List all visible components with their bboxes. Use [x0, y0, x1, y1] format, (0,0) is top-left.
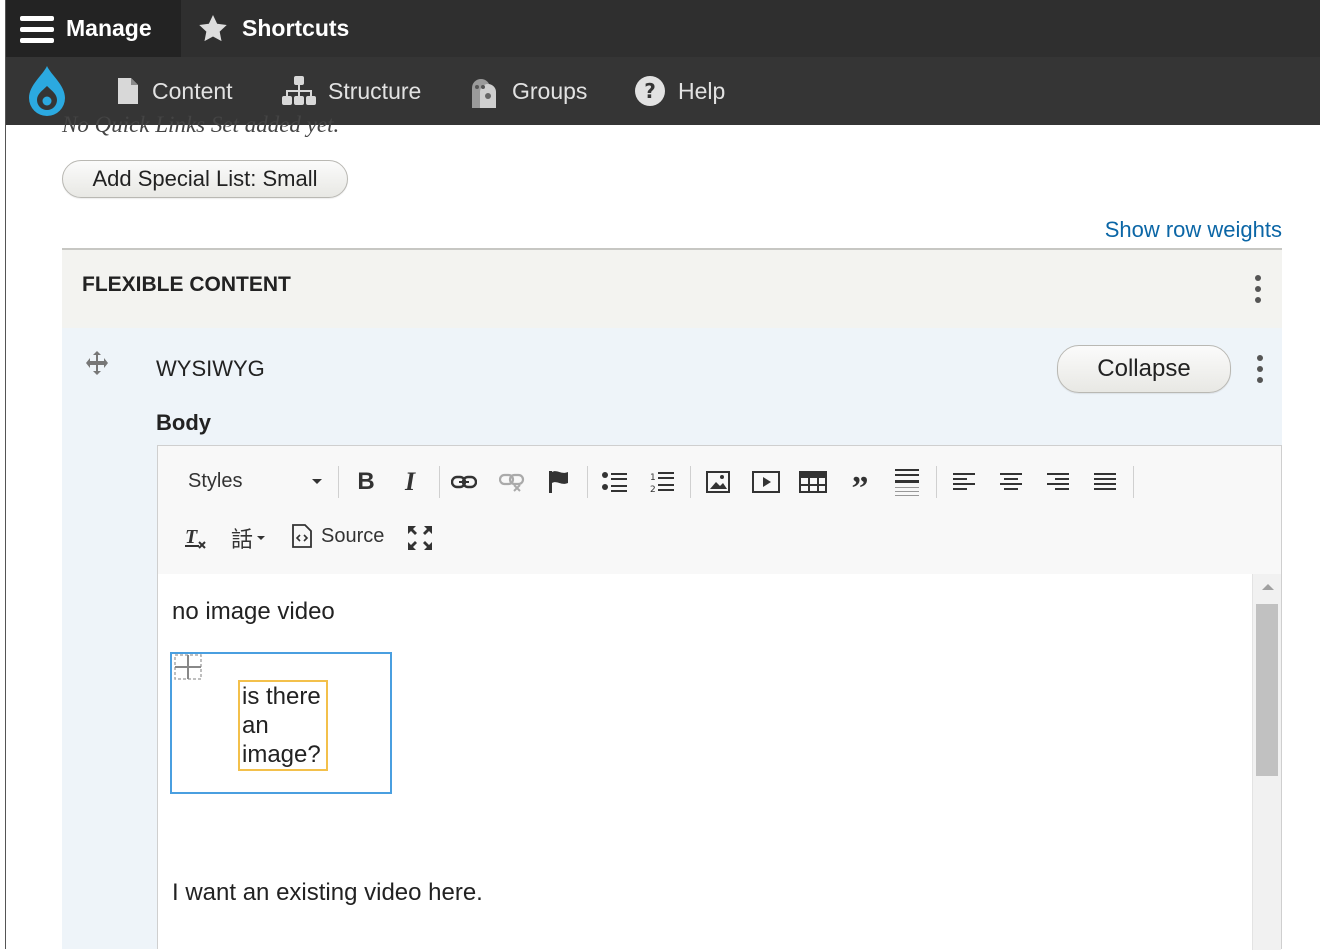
chevron-down-icon — [312, 479, 322, 484]
collapse-button[interactable]: Collapse — [1057, 345, 1231, 393]
scrollbar-thumb[interactable] — [1256, 604, 1278, 776]
content-paragraph-1: no image video — [172, 598, 335, 625]
nav-help-label: Help — [678, 77, 726, 104]
bulleted-list-icon[interactable] — [598, 466, 632, 498]
star-icon — [199, 14, 227, 41]
sitemap-icon — [282, 76, 316, 105]
image-caption[interactable]: is there an image? — [238, 680, 328, 771]
drupal-drop-icon — [29, 66, 65, 116]
flexible-content-title: FLEXIBLE CONTENT — [82, 273, 291, 296]
bold-icon[interactable]: B — [351, 466, 381, 498]
admin-toolbar: Manage Shortcuts — [6, 0, 1320, 57]
anchor-flag-icon[interactable] — [544, 466, 574, 498]
nav-help[interactable]: ? Help — [634, 57, 725, 125]
paragraph-actions-icon[interactable] — [1257, 355, 1263, 383]
horizontal-rule-icon[interactable] — [891, 462, 923, 502]
file-icon — [118, 78, 138, 104]
widget-drag-handle-icon[interactable] — [174, 654, 202, 684]
svg-text:T: T — [185, 526, 198, 548]
unlink-icon[interactable] — [496, 466, 528, 498]
nav-groups-label: Groups — [512, 77, 588, 104]
manage-tab[interactable]: Manage — [6, 0, 181, 57]
toolbar-separator — [690, 466, 691, 498]
paragraph-type-label: WYSIWYG — [156, 356, 265, 381]
groups-icon — [472, 79, 496, 108]
svg-text:?: ? — [644, 79, 656, 103]
toolbar-separator — [587, 466, 588, 498]
link-icon[interactable] — [448, 466, 480, 498]
language-icon[interactable]: 話 — [224, 522, 272, 554]
image-icon[interactable] — [701, 466, 735, 498]
numbered-list-icon[interactable]: 12 — [645, 466, 679, 498]
editor-toolbar: Styles B I 12 ” T 話 Source — [158, 446, 1281, 575]
quick-links-empty-text: No Quick Links Set added yet. — [62, 112, 340, 137]
styles-label: Styles — [188, 469, 243, 492]
help-icon: ? — [635, 76, 665, 106]
shortcuts-label: Shortcuts — [242, 15, 350, 41]
italic-icon[interactable]: I — [396, 466, 424, 498]
image-widget[interactable]: is there an image? — [170, 652, 392, 794]
source-icon — [292, 524, 312, 548]
shortcuts-tab[interactable]: Shortcuts — [196, 0, 349, 57]
show-row-weights-link[interactable]: Show row weights — [1105, 217, 1282, 243]
nav-groups[interactable]: Groups — [468, 57, 587, 125]
window-border — [5, 0, 6, 949]
blockquote-icon[interactable]: ” — [843, 466, 877, 506]
align-right-icon[interactable] — [1041, 466, 1075, 498]
content-paragraph-2: I want an existing video here. — [172, 879, 483, 906]
video-embed-icon[interactable] — [749, 466, 783, 498]
nav-structure-label: Structure — [328, 77, 422, 104]
toolbar-separator — [338, 466, 339, 498]
svg-text:1: 1 — [650, 473, 656, 483]
source-label: Source — [321, 524, 385, 547]
remove-format-icon[interactable]: T — [180, 522, 212, 554]
justify-icon[interactable] — [1088, 466, 1122, 498]
align-center-icon[interactable] — [994, 466, 1028, 498]
wysiwyg-editor: Styles B I 12 ” T 話 Source no image vide… — [157, 445, 1282, 950]
maximize-icon[interactable] — [404, 522, 436, 554]
source-button[interactable]: Source — [291, 524, 384, 548]
manage-tab-inner[interactable]: Manage — [20, 0, 152, 57]
editor-content-area[interactable]: no image video is there an image? I want… — [158, 574, 1254, 950]
toolbar-separator — [936, 466, 937, 498]
editor-scrollbar[interactable] — [1252, 574, 1281, 950]
nav-content-label: Content — [152, 77, 233, 104]
svg-text:2: 2 — [650, 485, 656, 494]
toolbar-separator — [1133, 466, 1134, 498]
more-actions-icon[interactable] — [1255, 275, 1261, 303]
body-field-label: Body — [156, 410, 211, 435]
add-special-list-button[interactable]: Add Special List: Small — [62, 160, 348, 198]
scroll-up-arrow-icon[interactable] — [1262, 584, 1274, 590]
manage-label: Manage — [66, 15, 152, 41]
align-left-icon[interactable] — [947, 466, 981, 498]
hamburger-icon — [20, 15, 54, 43]
drag-handle-icon[interactable] — [84, 350, 110, 380]
styles-dropdown[interactable]: Styles — [188, 466, 328, 496]
flexible-content-header: FLEXIBLE CONTENT — [62, 248, 1282, 330]
toolbar-separator — [439, 466, 440, 498]
table-icon[interactable] — [796, 466, 830, 498]
